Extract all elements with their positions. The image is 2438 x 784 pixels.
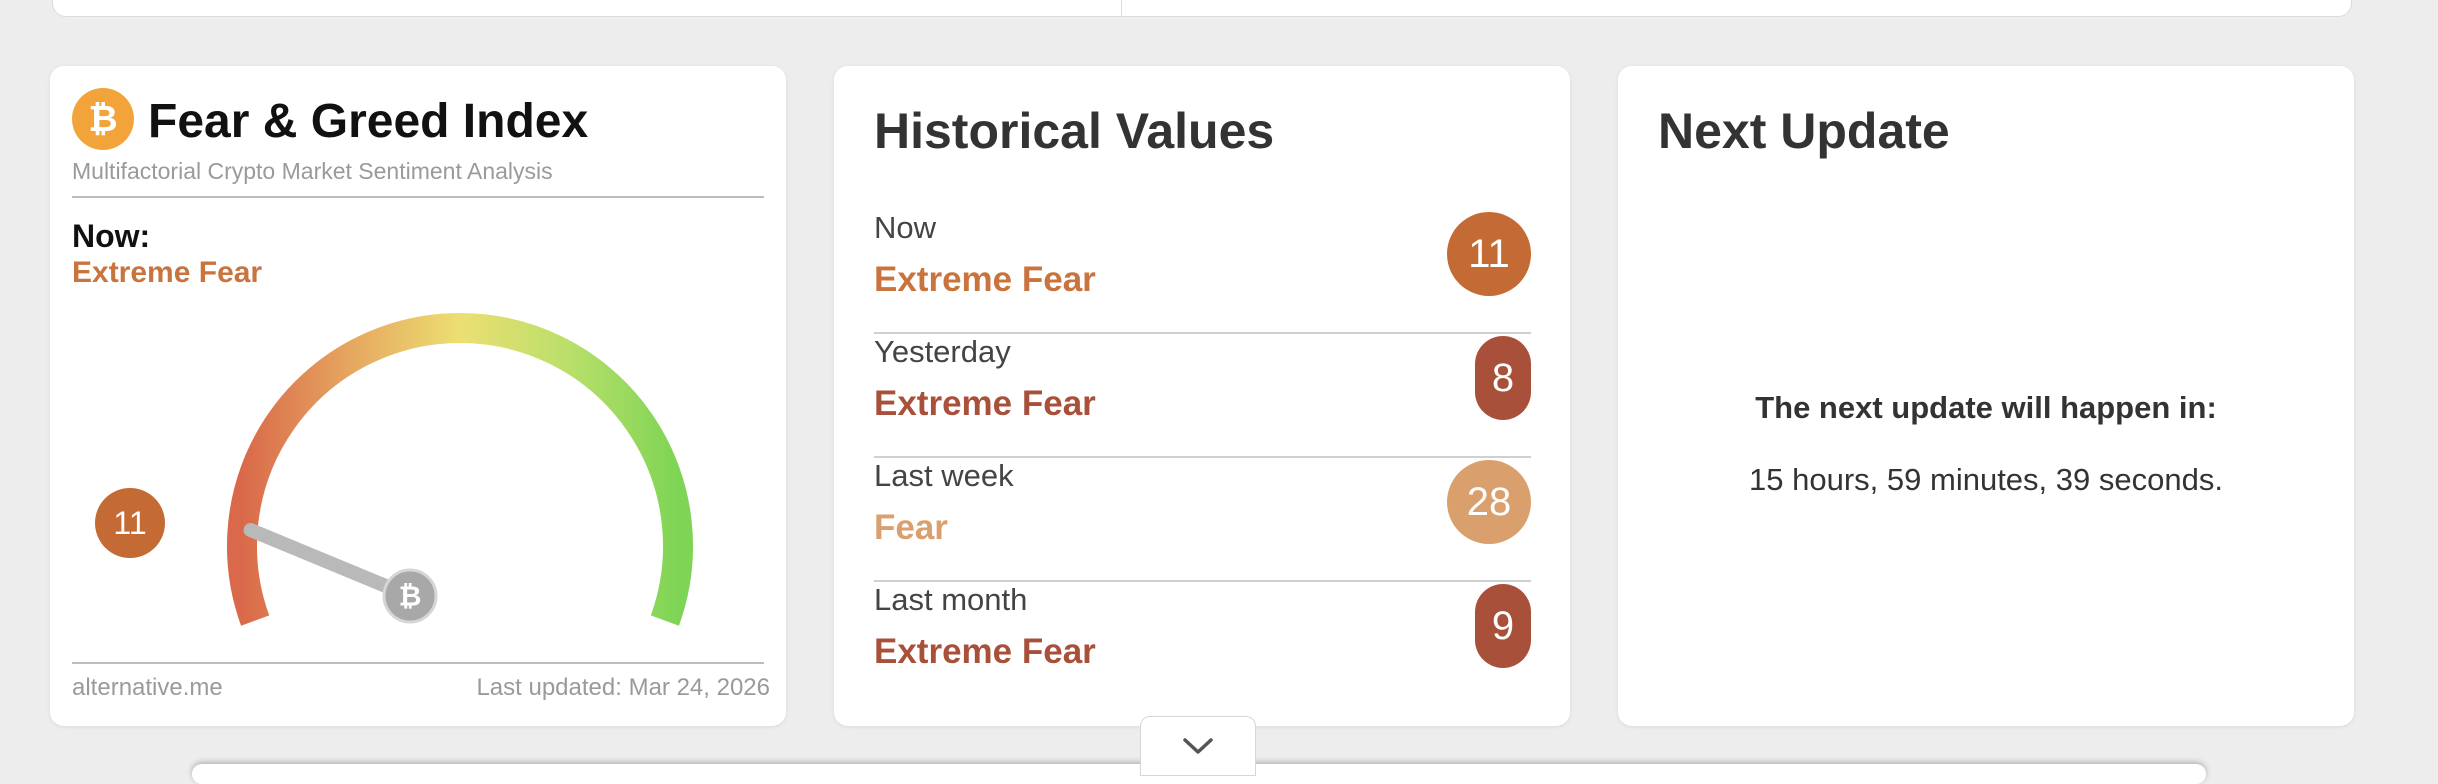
history-period: Yesterday (874, 334, 1011, 369)
historical-title: Historical Values (874, 103, 1275, 159)
history-value-badge: 28 (1447, 460, 1531, 544)
svg-text:₿: ₿ (399, 580, 422, 613)
source-link[interactable]: alternative.me (72, 674, 223, 702)
bitcoin-icon: ₿ (382, 568, 438, 624)
historical-values-card: Historical Values Now Extreme Fear 11 Ye… (834, 66, 1570, 726)
last-updated: Last updated: Mar 24, 2026 (476, 674, 770, 701)
sentiment-gauge: ₿ (227, 313, 693, 626)
next-update-title: Next Update (1658, 103, 1950, 159)
history-value-badge: 9 (1475, 584, 1531, 668)
top-panel (52, 0, 2352, 17)
gauge-arc (227, 313, 693, 626)
history-classification: Extreme Fear (874, 260, 1096, 299)
next-update-countdown: 15 hours, 59 minutes, 39 seconds. (1749, 462, 2223, 497)
gauge-value-badge: 11 (95, 488, 165, 558)
chevron-down-icon (1183, 738, 1213, 754)
history-row-last-week: Last week Fear 28 (874, 458, 1531, 582)
fear-greed-card: ₿ Fear & Greed Index Multifactorial Cryp… (50, 66, 786, 726)
history-value-badge: 8 (1475, 336, 1531, 420)
history-period: Last week (874, 458, 1014, 493)
footer-divider (72, 662, 764, 664)
history-classification: Extreme Fear (874, 384, 1096, 423)
history-period: Now (874, 210, 937, 245)
next-update-card: Next Update The next update will happen … (1618, 66, 2354, 726)
expand-button[interactable] (1140, 716, 1256, 776)
history-classification: Fear (874, 508, 948, 547)
top-panel-divider (1121, 0, 1122, 16)
history-classification: Extreme Fear (874, 632, 1096, 671)
history-period: Last month (874, 582, 1028, 617)
next-update-message: The next update will happen in: (1755, 390, 2217, 425)
history-row-yesterday: Yesterday Extreme Fear 8 (874, 334, 1531, 458)
history-row-now: Now Extreme Fear 11 (874, 210, 1531, 334)
history-row-last-month: Last month Extreme Fear 9 (874, 582, 1531, 706)
history-value-badge: 11 (1447, 212, 1531, 296)
